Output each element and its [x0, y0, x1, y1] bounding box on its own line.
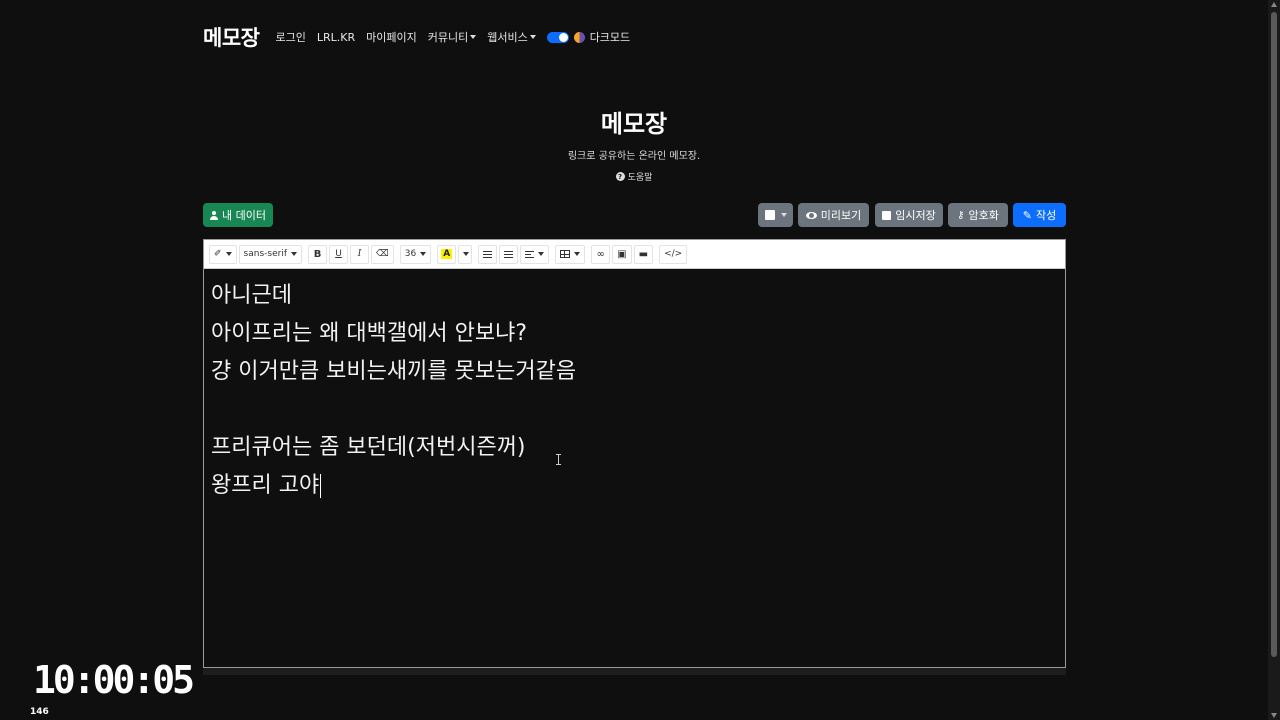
style-dropdown[interactable]: ✐ — [209, 244, 237, 264]
nav-login[interactable]: 로그인 — [275, 29, 305, 45]
scroll-thumb[interactable] — [1271, 12, 1277, 657]
editor-line: 프리큐어는 좀 보던데(저번시즌꺼) — [211, 435, 526, 460]
font-size-dropdown[interactable]: 36 — [399, 244, 432, 264]
table-icon — [560, 250, 571, 258]
video-button[interactable]: ▬ — [633, 244, 654, 264]
preview-button[interactable]: 미리보기 — [798, 203, 869, 227]
overlay-counter: 146 — [30, 707, 49, 717]
overlay-clock: 10:00:05 — [33, 658, 195, 702]
italic-button[interactable]: I — [350, 244, 369, 264]
editor-line: 걍 이거만큼 보비는새끼를 못보는거같음 — [211, 359, 577, 384]
underline-icon: U — [335, 249, 342, 259]
page-scrollbar[interactable] — [1268, 0, 1280, 720]
top-nav: 메모장 로그인 LRL.KR 마이페이지 커뮤니티 웹서비스 다크모드 — [203, 22, 641, 52]
video-icon: ▬ — [638, 248, 649, 260]
write-button[interactable]: ✎ 작성 — [1013, 203, 1066, 227]
key-icon: ⚷ — [957, 209, 965, 221]
editor-line: 왕프리 고야 — [211, 473, 320, 498]
image-icon: ▣ — [617, 248, 627, 260]
paragraph-align-dropdown[interactable] — [520, 244, 550, 264]
chevron-down-icon — [463, 252, 470, 256]
ordered-list-icon — [504, 250, 514, 258]
dark-mode-toggle[interactable] — [546, 31, 569, 43]
my-data-label: 내 데이터 — [222, 209, 266, 222]
encrypt-label: 암호화 — [968, 209, 999, 222]
code-icon: </> — [664, 249, 683, 259]
floppy-disk-icon — [882, 210, 892, 220]
scroll-down-icon[interactable] — [1271, 713, 1277, 718]
nav-webservice-dropdown[interactable]: 웹서비스 — [487, 29, 536, 45]
code-view-button[interactable]: </> — [659, 244, 688, 264]
editor-line: 아이프리는 왜 대백갤에서 안보냐? — [211, 321, 528, 346]
chevron-down-icon — [780, 213, 787, 217]
editor-resize-bar[interactable] — [203, 668, 1066, 675]
eye-icon — [805, 211, 817, 219]
moon-icon — [573, 31, 585, 43]
chevron-down-icon — [420, 252, 427, 256]
chevron-down-icon — [225, 252, 232, 256]
align-left-icon — [525, 250, 535, 258]
write-label: 작성 — [1035, 209, 1057, 222]
bullet-list-button[interactable] — [478, 244, 498, 264]
font-family-value: sans-serif — [243, 249, 287, 259]
ibeam-cursor-icon — [556, 454, 561, 465]
nav-lrl[interactable]: LRL.KR — [317, 31, 355, 44]
eraser-icon: ⌫ — [376, 249, 389, 259]
italic-icon: I — [357, 249, 362, 259]
chevron-down-icon — [529, 35, 536, 39]
image-button[interactable]: ▣ — [612, 244, 632, 264]
brand-logo[interactable]: 메모장 — [203, 22, 260, 52]
bold-icon: B — [313, 248, 322, 260]
numbered-list-button[interactable] — [499, 244, 519, 264]
editor-toolbar: ✐ sans-serif B U I ⌫ 36 A ∞ ▣ ▬ </> — [204, 240, 1065, 269]
file-icon — [764, 210, 775, 220]
link-icon: ∞ — [596, 248, 605, 260]
link-button[interactable]: ∞ — [591, 244, 611, 264]
editor-line-with-caret: 왕프리 고야 — [211, 467, 1058, 505]
bold-button[interactable]: B — [308, 244, 327, 264]
scroll-up-icon[interactable] — [1271, 2, 1277, 7]
template-dropdown-button[interactable] — [758, 203, 793, 227]
help-link[interactable]: ? 도움말 — [615, 170, 653, 183]
page-header: 메모장 링크로 공유하는 온라인 메모장. ? 도움말 — [0, 104, 1268, 183]
chevron-down-icon — [291, 252, 297, 256]
question-circle-icon: ? — [615, 172, 625, 181]
underline-button[interactable]: U — [329, 244, 348, 264]
text-caret — [320, 474, 322, 498]
nav-community-label: 커뮤니티 — [427, 31, 469, 44]
font-size-value: 36 — [404, 249, 417, 259]
my-data-button[interactable]: 내 데이터 — [203, 203, 273, 227]
nav-community-dropdown[interactable]: 커뮤니티 — [427, 29, 477, 45]
text-color-button[interactable]: A — [437, 244, 457, 264]
nav-webservice-label: 웹서비스 — [487, 31, 528, 44]
user-icon — [210, 210, 218, 220]
pencil-icon: ✎ — [1022, 208, 1032, 222]
text-color-icon: A — [441, 249, 453, 259]
editor-content[interactable]: 아니근데 아이프리는 왜 대백갤에서 안보냐? 걍 이거만큼 보비는새끼를 못보… — [204, 269, 1065, 513]
nav-mypage[interactable]: 마이페이지 — [366, 29, 417, 45]
preview-label: 미리보기 — [820, 209, 862, 222]
temp-save-button[interactable]: 임시저장 — [875, 203, 943, 227]
editor-line: 아니근데 — [211, 283, 292, 308]
table-dropdown[interactable] — [555, 244, 586, 264]
clear-format-button[interactable]: ⌫ — [371, 244, 394, 264]
chevron-down-icon — [574, 252, 581, 256]
chevron-down-icon — [538, 252, 545, 256]
encrypt-button[interactable]: ⚷ 암호화 — [948, 203, 1008, 227]
help-label: 도움말 — [627, 173, 653, 183]
page-subtitle: 링크로 공유하는 온라인 메모장. — [567, 151, 701, 162]
text-color-dropdown[interactable] — [458, 244, 473, 264]
magic-wand-icon: ✐ — [214, 249, 222, 259]
unordered-list-icon — [483, 250, 493, 258]
font-family-dropdown[interactable]: sans-serif — [238, 244, 302, 264]
page-title: 메모장 — [600, 110, 668, 138]
temp-save-label: 임시저장 — [895, 209, 936, 222]
dark-mode-label: 다크모드 — [589, 31, 631, 44]
chevron-down-icon — [470, 35, 477, 39]
memo-editor: ✐ sans-serif B U I ⌫ 36 A ∞ ▣ ▬ </> 아니근데… — [203, 239, 1066, 668]
